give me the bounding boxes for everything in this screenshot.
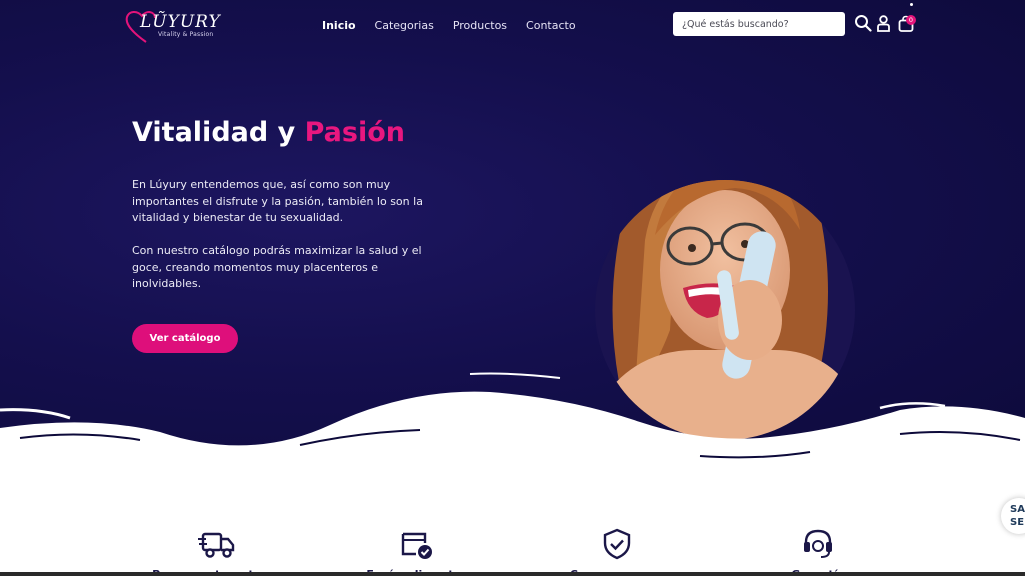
feature-garantia: Garantía (738, 528, 898, 576)
delivery-truck-icon (198, 532, 235, 558)
shield-check-icon (603, 528, 631, 560)
main-menu: Inicio Categorias Productos Contacto (322, 19, 576, 32)
nav-link-categorias[interactable]: Categorias (375, 19, 434, 32)
nav-link-contacto[interactable]: Contacto (526, 19, 576, 32)
feature-compra: Compra segura (537, 528, 697, 576)
feature-envios: Envíos discretos (337, 528, 497, 576)
cart-count-badge: 0 (906, 15, 916, 25)
decorative-dot (910, 3, 913, 6)
nav-link-inicio[interactable]: Inicio (322, 19, 356, 32)
hero-title-main: Vitalidad y (132, 117, 305, 148)
ver-catalogo-button[interactable]: Ver catálogo (132, 324, 238, 353)
search-icon[interactable] (854, 14, 872, 32)
hero-paragraph-1: En Lúyury entendemos que, así como son m… (132, 178, 423, 225)
wave-divider (0, 372, 1025, 480)
bottom-edge-bar (0, 572, 1025, 576)
user-icon[interactable] (877, 15, 890, 32)
side-badge-text[interactable]: SA SE (1010, 503, 1025, 529)
hero-paragraph-2: Con nuestro catálogo podrás maximizar la… (132, 244, 422, 291)
hero-title-accent: Pasión (304, 117, 405, 148)
top-nav: LŨYURY Vitality & Passion Inicio Categor… (0, 0, 1025, 50)
nav-link-productos[interactable]: Productos (453, 19, 507, 32)
brand-name[interactable]: LŨYURY (140, 12, 221, 32)
package-check-icon (401, 532, 432, 559)
feature-pagos: Pagos contraentrega (137, 528, 297, 576)
headset-icon (804, 529, 832, 558)
brand-tagline: Vitality & Passion (158, 31, 214, 38)
search-input[interactable] (673, 12, 845, 36)
hero-title: Vitalidad y Pasión (132, 117, 405, 148)
